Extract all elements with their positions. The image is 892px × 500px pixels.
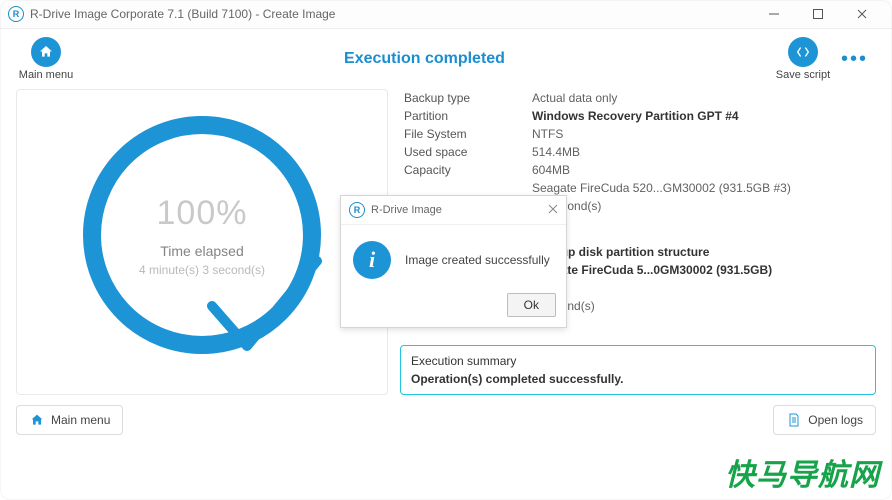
detail-value: NTFS — [528, 125, 876, 143]
document-icon — [786, 412, 802, 428]
main-menu-button[interactable]: Main menu — [16, 405, 123, 435]
detail-row: Used space514.4MB — [400, 143, 876, 161]
more-actions-button[interactable]: ••• — [835, 40, 874, 79]
dialog-titlebar: R R-Drive Image — [341, 196, 566, 225]
detail-value: 514.4MB — [528, 143, 876, 161]
info-dialog: R R-Drive Image i Image created successf… — [340, 195, 567, 328]
detail-key: Partition — [400, 107, 528, 125]
detail-row: Capacity604MB — [400, 161, 876, 179]
main-menu-toolbar-label: Main menu — [19, 69, 73, 81]
detail-row: File SystemNTFS — [400, 125, 876, 143]
detail-key: Capacity — [400, 161, 528, 179]
step-subtitle: Seagate FireCuda 5...0GM30002 (931.5GB) — [528, 261, 876, 279]
detail-value: Actual data only — [528, 89, 876, 107]
app-window: { "titlebar": { "title": "R-Drive Image … — [0, 0, 892, 500]
summary-message: Operation(s) completed successfully. — [411, 372, 865, 386]
info-icon: i — [353, 241, 391, 279]
watermark: 快马导航网 — [725, 450, 880, 494]
progress-panel: 100% Time elapsed 4 minute(s) 3 second(s… — [16, 89, 388, 395]
dialog-actions: Ok — [341, 293, 566, 327]
app-logo-icon: R — [8, 6, 24, 22]
detail-value: 15 second(s) — [528, 197, 876, 215]
window-title: R-Drive Image Corporate 7.1 (Build 7100)… — [30, 7, 335, 21]
summary-title: Execution summary — [411, 354, 865, 368]
page-title: Execution completed — [78, 50, 771, 68]
ok-button[interactable]: Ok — [507, 293, 556, 317]
app-logo-icon: R — [349, 202, 365, 218]
toolbar: Main menu Execution completed Save scrip… — [0, 29, 892, 89]
detail-value: Seagate FireCuda 520...GM30002 (931.5GB … — [528, 179, 876, 197]
dialog-title: R-Drive Image — [371, 204, 442, 216]
progress-dial: 100% Time elapsed 4 minute(s) 3 second(s… — [67, 100, 337, 370]
dialog-close-button[interactable] — [548, 204, 558, 217]
detail-key: File System — [400, 125, 528, 143]
minimize-button[interactable] — [752, 0, 796, 28]
detail-key: Used space — [400, 143, 528, 161]
save-script-icon — [788, 37, 818, 67]
detail-value: Windows Recovery Partition GPT #4 — [528, 107, 876, 125]
detail-key: Backup type — [400, 89, 528, 107]
home-icon — [31, 37, 61, 67]
detail-value: 1 second(s) — [528, 297, 876, 315]
detail-value: #3 — [528, 279, 876, 297]
detail-row: Backup typeActual data only — [400, 89, 876, 107]
dialog-body: i Image created successfully — [341, 225, 566, 293]
execution-summary-box: Execution summary Operation(s) completed… — [400, 345, 876, 395]
footer: Main menu Open logs — [0, 395, 892, 445]
save-script-label: Save script — [776, 69, 830, 81]
detail-value: 604MB — [528, 161, 876, 179]
progress-percent: 100% — [139, 194, 265, 233]
open-logs-button[interactable]: Open logs — [773, 405, 876, 435]
main-menu-button-label: Main menu — [51, 413, 110, 427]
main-menu-toolbar-button[interactable]: Main menu — [14, 37, 78, 81]
close-window-button[interactable] — [840, 0, 884, 28]
maximize-button[interactable] — [796, 0, 840, 28]
detail-row: PartitionWindows Recovery Partition GPT … — [400, 107, 876, 125]
step-title: Backup disk partition structure — [528, 243, 876, 261]
open-logs-button-label: Open logs — [808, 413, 863, 427]
home-icon — [29, 412, 45, 428]
dialog-message: Image created successfully — [405, 253, 550, 267]
window-titlebar: R R-Drive Image Corporate 7.1 (Build 710… — [0, 0, 892, 29]
save-script-button[interactable]: Save script — [771, 37, 835, 81]
